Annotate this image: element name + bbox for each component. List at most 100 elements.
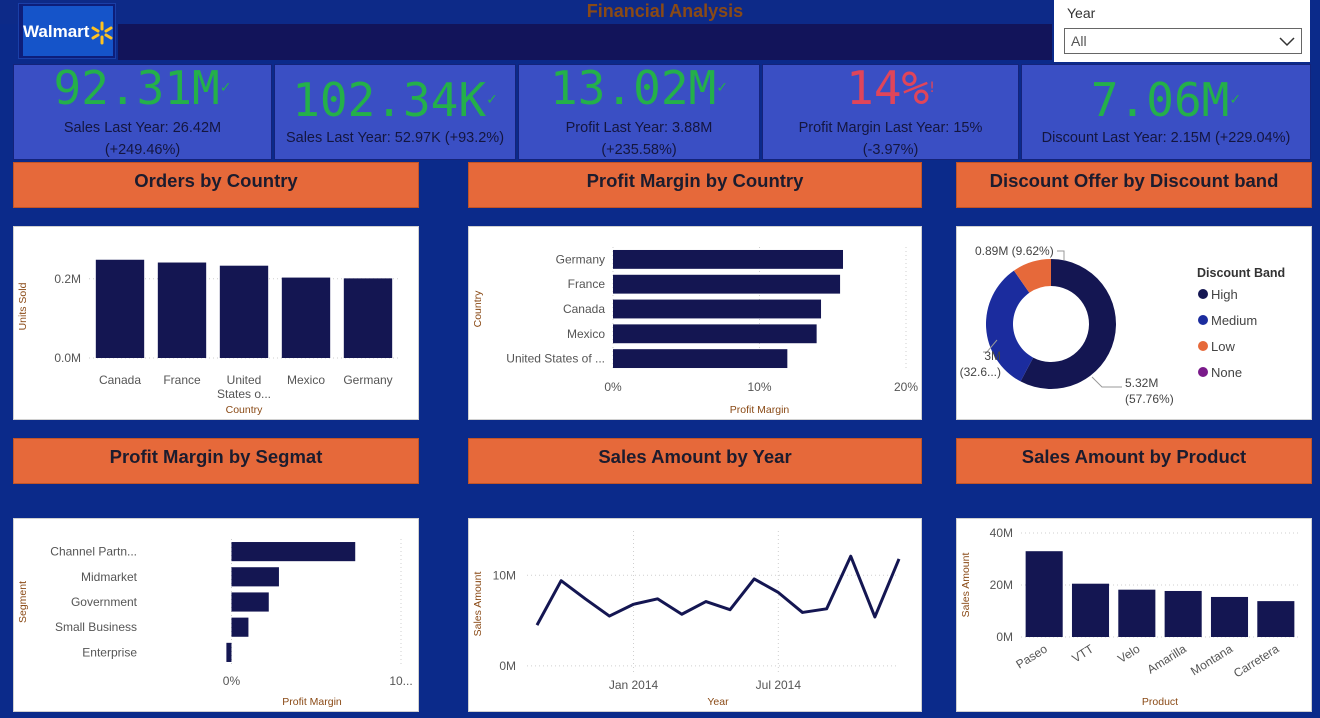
kpi-line2: (+235.58%)	[601, 142, 677, 158]
bar	[1118, 589, 1156, 637]
kpi-value-text: 92.31M	[53, 61, 220, 115]
kpi-value-text: 7.06M	[1090, 73, 1230, 127]
bar	[95, 259, 145, 358]
kpi-value-text: 14%	[846, 61, 930, 115]
orders-chart[interactable]: 0.0M 0.2M Canada France UnitedStates o... Mex…	[14, 227, 418, 419]
slice-label: (32.6...)	[960, 365, 1001, 379]
chevron-down-icon	[1279, 37, 1295, 47]
discount-band-header: Discount Offer by Discount band	[956, 162, 1312, 208]
legend-label: High	[1211, 287, 1238, 302]
leader-line	[1091, 376, 1122, 388]
year-selected-value: All	[1071, 33, 1087, 49]
kpi-value: 102.34K✓	[275, 75, 515, 125]
leader-line	[1057, 250, 1065, 260]
orders-by-country-header: Orders by Country	[13, 162, 419, 208]
kpi-value-text: 13.02M	[550, 61, 717, 115]
bar	[613, 299, 822, 319]
bar	[1071, 583, 1110, 637]
check-icon: ✓	[1229, 92, 1242, 108]
x-tick-label: Carretera	[1231, 642, 1282, 681]
legend-marker	[1198, 367, 1208, 377]
logo-text: Walmart	[23, 22, 90, 41]
y-tick-label: Canada	[563, 302, 605, 316]
y-tick-label: Midmarket	[81, 570, 138, 584]
kpi-line2: (+249.46%)	[104, 142, 181, 158]
year-dropdown[interactable]: All	[1064, 28, 1302, 54]
y-tick-label: 40M	[990, 526, 1013, 540]
x-tick-label: Canada	[99, 373, 141, 387]
bar	[1257, 601, 1295, 637]
year-slicer: Year All	[1054, 0, 1310, 62]
bar	[1210, 596, 1249, 637]
sales-product-chart[interactable]: 0M 20M 40M Paseo VTT Velo Amarilla MontanaCarre…	[957, 519, 1311, 711]
y-axis-title: Sales Amount	[960, 553, 972, 618]
bar	[231, 617, 249, 637]
x-tick-label: Germany	[343, 373, 392, 387]
x-tick-label: Amarilla	[1145, 641, 1189, 676]
kpi-line1: Sales Last Year: 52.97K (+93.2%)	[285, 130, 505, 146]
orders-chart-card: 0.0M 0.2M Canada France United States o... Mex…	[13, 226, 419, 420]
x-tick-label: 0%	[223, 674, 241, 688]
legend-title: Discount Band	[1197, 266, 1285, 280]
kpi-value: 7.06M✓	[1022, 75, 1310, 125]
sales-year-chart[interactable]: 0M 10M Jan 2014 Jul 2014 Year Sales Amount	[469, 519, 921, 711]
x-tick-label: States o...	[217, 387, 271, 401]
legend-marker	[1198, 315, 1208, 325]
y-tick-label: Enterprise	[82, 645, 137, 659]
bar	[613, 274, 841, 294]
y-tick-label: 10M	[493, 568, 516, 582]
check-icon: ✓	[716, 80, 728, 96]
y-tick-label: United States of ...	[506, 352, 605, 366]
kpi-profit: 13.02M✓ Profit Last Year: 3.88M (+235.58…	[518, 63, 760, 160]
legend-label: Low	[1211, 339, 1235, 354]
x-axis-title: Product	[1142, 696, 1178, 708]
y-tick-label: Government	[71, 595, 138, 609]
sales-by-product-header: Sales Amount by Product	[956, 438, 1312, 484]
margin-country-chart-card: 0% 10% 20% Germany France Canada Mexico United …	[468, 226, 922, 420]
profit-margin-by-country-header: Profit Margin by Country	[468, 162, 922, 208]
bar	[1164, 590, 1202, 637]
x-tick-label: Mexico	[287, 373, 325, 387]
y-tick-label: France	[568, 277, 606, 291]
margin-country-chart[interactable]: 0% 10% 20% Germany France Canada Mexico United …	[469, 227, 921, 419]
sales-product-chart-card: 0M 20M 40M Paseo VTT Velo Amarilla Montana Carre…	[956, 518, 1312, 712]
bar	[343, 278, 393, 358]
y-axis-title: Units Sold	[17, 282, 29, 330]
legend-marker	[1198, 289, 1208, 299]
legend-label: Medium	[1211, 313, 1257, 328]
kpi-value-text: 102.34K	[292, 73, 487, 127]
kpi-sales: 92.31M✓ Sales Last Year: 26.42M (+249.46…	[13, 63, 272, 160]
x-tick-label: Jan 2014	[609, 678, 659, 692]
kpi-value: 14%!	[763, 63, 1018, 113]
slice-label: (57.76%)	[1125, 392, 1174, 406]
x-tick-label: 10...	[389, 674, 412, 688]
bar	[613, 324, 817, 344]
bar	[231, 542, 356, 562]
spark-icon	[91, 21, 113, 45]
y-tick-label: Channel Partn...	[50, 545, 137, 559]
x-tick-label: France	[163, 373, 201, 387]
bar	[226, 642, 232, 662]
y-tick-label: 20M	[990, 578, 1013, 592]
header-band	[118, 24, 1052, 60]
y-axis-title: Sales Amount	[472, 572, 484, 637]
y-tick-label: Mexico	[567, 327, 605, 341]
slice-label: 3M	[984, 349, 1001, 363]
kpi-value: 13.02M✓	[519, 63, 759, 113]
page-title: Financial Analysis	[586, 1, 744, 21]
discount-donut-chart[interactable]: 5.32M (57.76%) 3M (32.6...) 0.89M (9.62%) Dis…	[957, 227, 1311, 419]
margin-segment-chart[interactable]: 0% 10... Channel Partn... Midmarket Governme…	[14, 519, 418, 711]
bar	[231, 567, 279, 587]
bar	[613, 349, 788, 369]
discount-chart-card: 5.32M (57.76%) 3M (32.6...) 0.89M (9.62%) Dis…	[956, 226, 1312, 420]
year-label: Year	[1067, 5, 1096, 21]
y-axis-title: Country	[472, 290, 484, 328]
y-tick-label: Small Business	[55, 620, 137, 634]
kpi-value: 92.31M✓	[14, 63, 271, 113]
alert-icon: !	[929, 80, 935, 96]
x-axis-title: Year	[707, 696, 729, 708]
y-tick-label: 0.0M	[54, 351, 81, 365]
y-tick-label: 0.2M	[54, 272, 81, 286]
walmart-logo: Walmart	[18, 3, 116, 59]
kpi-discount: 7.06M✓ Discount Last Year: 2.15M (+229.0…	[1021, 64, 1311, 160]
